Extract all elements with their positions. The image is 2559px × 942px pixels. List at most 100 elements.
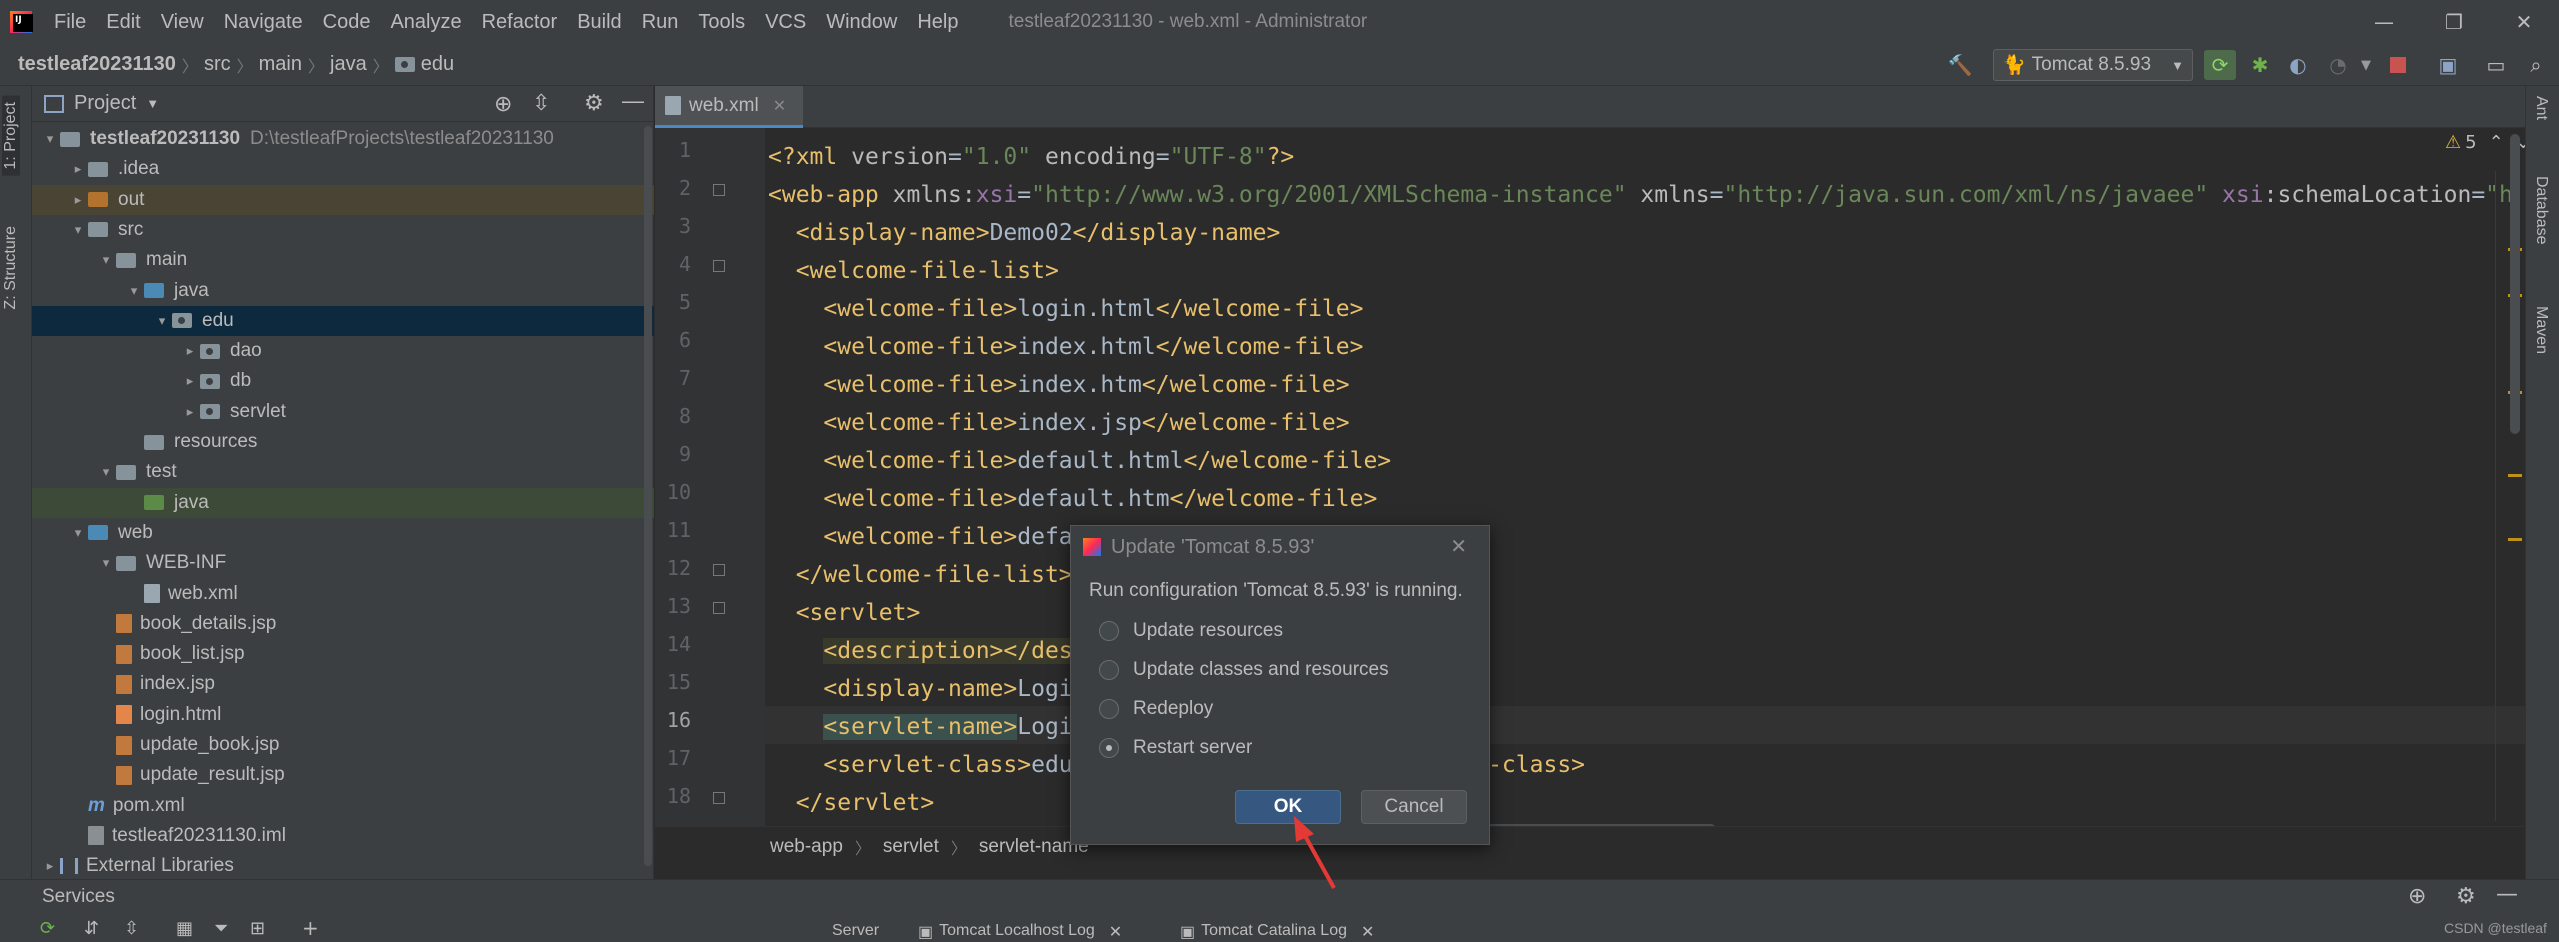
- tab-project[interactable]: 1: Project: [2, 96, 20, 176]
- option-update-classes-resources[interactable]: Update classes and resources: [1099, 659, 1389, 681]
- expanded-arrow-icon[interactable]: ▾: [96, 252, 116, 268]
- tab-maven[interactable]: Maven: [2532, 306, 2550, 354]
- rerun-icon[interactable]: ⟳: [2204, 50, 2236, 80]
- menu-tools[interactable]: Tools: [688, 11, 755, 34]
- menu-vcs[interactable]: VCS: [755, 11, 816, 34]
- minimize-icon[interactable]: —: [2354, 0, 2414, 44]
- option-redeploy[interactable]: Redeploy: [1099, 698, 1213, 720]
- breadcrumb-main[interactable]: main: [253, 53, 308, 76]
- tree-item[interactable]: ▾ src: [32, 215, 654, 245]
- tree-item[interactable]: ▾ test: [32, 457, 654, 487]
- code-line-4[interactable]: <welcome-file-list>: [768, 252, 1059, 290]
- menu-navigate[interactable]: Navigate: [214, 11, 313, 34]
- tree-item[interactable]: ▾ WEB-INF: [32, 548, 654, 578]
- expanded-arrow-icon[interactable]: ▾: [40, 131, 60, 147]
- breadcrumb-src[interactable]: src: [198, 53, 237, 76]
- hide-panel-icon[interactable]: —: [622, 88, 644, 114]
- code-line-13[interactable]: <servlet>: [768, 594, 921, 632]
- tree-item[interactable]: login.html: [32, 700, 654, 730]
- menu-build[interactable]: Build: [567, 11, 631, 34]
- tree-item[interactable]: ▾ edu: [32, 305, 654, 336]
- menu-help[interactable]: Help: [907, 11, 968, 34]
- tab-database[interactable]: Database: [2532, 176, 2550, 245]
- collapsed-arrow-icon[interactable]: ▸: [180, 404, 200, 420]
- services-title[interactable]: Services: [42, 886, 115, 908]
- option-update-resources[interactable]: Update resources: [1099, 620, 1283, 642]
- hide-panel-icon[interactable]: —: [2496, 882, 2518, 907]
- expand-all-icon[interactable]: ⇵: [84, 918, 99, 939]
- tree-item[interactable]: ▸ dao: [32, 336, 654, 366]
- menu-run[interactable]: Run: [632, 11, 689, 34]
- warning-marker[interactable]: [2508, 538, 2522, 541]
- expanded-arrow-icon[interactable]: ▾: [96, 555, 116, 571]
- tree-item[interactable]: resources: [32, 427, 654, 457]
- terminal-icon[interactable]: ▭: [2480, 50, 2512, 80]
- code-line-8[interactable]: <welcome-file>index.jsp</welcome-file>: [768, 404, 1349, 442]
- menu-edit[interactable]: Edit: [96, 11, 150, 34]
- breadcrumb-java[interactable]: java: [324, 53, 373, 76]
- tree-item[interactable]: update_book.jsp: [32, 730, 654, 760]
- radio-button[interactable]: [1099, 660, 1119, 680]
- filter-icon[interactable]: ⏷: [214, 918, 228, 939]
- fold-marker-icon[interactable]: [713, 564, 725, 576]
- code-line-5[interactable]: <welcome-file>login.html</welcome-file>: [768, 290, 1363, 328]
- gear-icon[interactable]: ⚙: [2456, 884, 2476, 909]
- tree-item[interactable]: m pom.xml: [32, 791, 654, 821]
- tree-item[interactable]: ▾ main: [32, 245, 654, 275]
- add-icon[interactable]: +: [302, 916, 319, 940]
- code-line-18[interactable]: </servlet>: [768, 784, 934, 822]
- build-hammer-icon[interactable]: 🔨: [1944, 50, 1976, 80]
- close-window-icon[interactable]: ✕: [2494, 0, 2554, 44]
- new-tab-icon[interactable]: ⊞: [250, 918, 265, 939]
- tree-item[interactable]: web.xml: [32, 579, 654, 609]
- collapsed-arrow-icon[interactable]: ▸: [180, 343, 200, 359]
- expanded-arrow-icon[interactable]: ▾: [68, 525, 88, 541]
- gear-icon[interactable]: ⚙: [584, 90, 604, 116]
- services-tab-localhost-log[interactable]: ▣ Tomcat Localhost Log ✕: [918, 922, 1122, 942]
- close-tab-icon[interactable]: ✕: [1109, 922, 1122, 942]
- close-tab-icon[interactable]: ✕: [773, 96, 786, 116]
- search-icon[interactable]: ⌕: [2520, 50, 2552, 80]
- more-run-options-icon[interactable]: ▼: [2350, 50, 2382, 80]
- code-line-10[interactable]: <welcome-file>default.htm</welcome-file>: [768, 480, 1377, 518]
- tree-item[interactable]: ▾ testleaf20231130 D:\testleafProjects\tes…: [32, 124, 654, 154]
- tree-item[interactable]: ▸ out: [32, 184, 654, 215]
- chevron-down-icon[interactable]: ▼: [146, 96, 159, 111]
- fold-marker-icon[interactable]: [713, 792, 725, 804]
- tree-item[interactable]: ▾ web: [32, 518, 654, 548]
- collapsed-arrow-icon[interactable]: ▸: [68, 161, 88, 177]
- tree-item[interactable]: update_result.jsp: [32, 760, 654, 790]
- expanded-arrow-icon[interactable]: ▾: [152, 313, 172, 329]
- project-panel-title[interactable]: Project: [74, 92, 136, 115]
- breadcrumb-project[interactable]: testleaf20231130: [0, 53, 182, 76]
- breadcrumb-edu[interactable]: edu: [389, 53, 460, 76]
- locate-target-icon[interactable]: ⊕: [494, 91, 512, 117]
- stop-icon[interactable]: [2382, 50, 2414, 80]
- menu-refactor[interactable]: Refactor: [472, 11, 568, 34]
- radio-button-selected[interactable]: [1099, 738, 1119, 758]
- tree-item[interactable]: testleaf20231130.iml: [32, 821, 654, 851]
- menu-code[interactable]: Code: [313, 11, 381, 34]
- chevron-up-icon[interactable]: ⌃: [2489, 132, 2504, 153]
- run-config-selector[interactable]: 🐈 Tomcat 8.5.93 ▼: [1993, 49, 2193, 81]
- breadcrumb-web-app[interactable]: web-app: [770, 836, 843, 858]
- editor-vertical-scrollbar[interactable]: [2510, 134, 2520, 434]
- cancel-button[interactable]: Cancel: [1361, 790, 1467, 824]
- collapsed-arrow-icon[interactable]: ▸: [180, 373, 200, 389]
- collapse-all-icon[interactable]: ⇳: [124, 918, 139, 939]
- project-structure-icon[interactable]: ▣: [2432, 50, 2464, 80]
- tab-ant[interactable]: Ant: [2532, 96, 2550, 120]
- tab-structure[interactable]: Z: Structure: [2, 226, 20, 310]
- tree-item[interactable]: index.jsp: [32, 669, 654, 699]
- tree-item[interactable]: java: [32, 487, 654, 518]
- fold-marker-icon[interactable]: [713, 602, 725, 614]
- option-restart-server[interactable]: Restart server: [1099, 737, 1252, 759]
- code-line-3[interactable]: <display-name>Demo02</display-name>: [768, 214, 1281, 252]
- fold-marker-icon[interactable]: [713, 260, 725, 272]
- coverage-icon[interactable]: ◐: [2282, 50, 2314, 80]
- radio-button[interactable]: [1099, 621, 1119, 641]
- services-tab-catalina-log[interactable]: ▣ Tomcat Catalina Log ✕: [1180, 922, 1374, 942]
- tree-item[interactable]: book_details.jsp: [32, 609, 654, 639]
- tree-item[interactable]: ▸ .idea: [32, 154, 654, 184]
- collapsed-arrow-icon[interactable]: ▸: [68, 192, 88, 208]
